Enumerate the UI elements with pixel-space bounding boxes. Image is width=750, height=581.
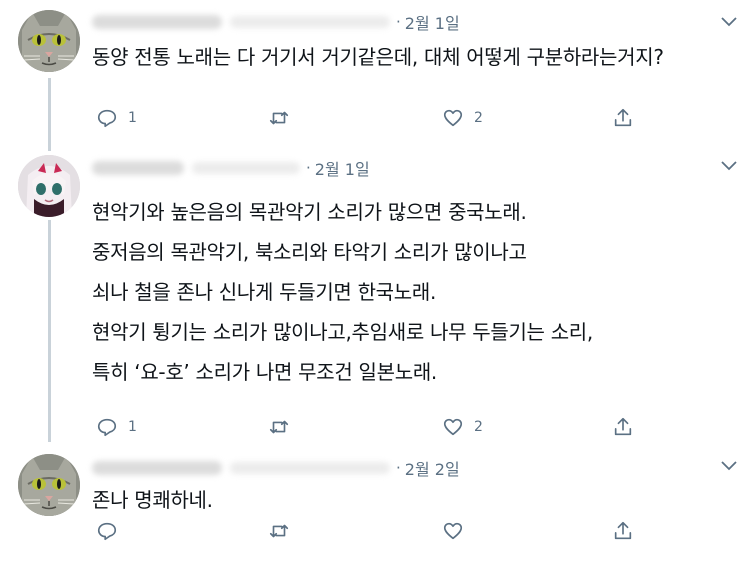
cat-avatar-icon — [18, 454, 80, 516]
reply-icon — [97, 418, 117, 437]
author-name-redacted[interactable] — [92, 461, 222, 475]
tweet-text-line: 현악기 튕기는 소리가 많이나고,추임새로 나무 두들기는 소리, — [92, 320, 593, 344]
author-handle-redacted[interactable] — [192, 162, 300, 174]
retweet-icon — [269, 111, 289, 125]
reply-button[interactable] — [96, 518, 128, 544]
tweet-header: · 2월 1일 — [92, 10, 460, 34]
reply-button[interactable]: 1 — [96, 414, 137, 440]
tweet-actions: 1 2 — [92, 105, 652, 131]
share-button[interactable] — [612, 414, 634, 440]
tweet-text: 동양 전통 노래는 다 거기서 거기같은데, 대체 어떻게 구분하라는거지? — [92, 37, 664, 77]
reply-icon — [97, 522, 117, 541]
anime-avatar-icon — [18, 155, 80, 217]
tweet-text-line: 특히 ‘요-호’ 소리가 나면 무조건 일본노래. — [92, 360, 437, 384]
share-icon — [614, 417, 632, 436]
tweet-text-line: 중저음의 목관악기, 북소리와 타악기 소리가 많이나고 — [92, 240, 527, 264]
author-name-redacted[interactable] — [92, 15, 222, 29]
retweet-button[interactable] — [268, 414, 300, 440]
tweet-text-line: 존나 명쾌하네. — [92, 488, 213, 512]
avatar[interactable] — [18, 155, 80, 217]
share-button[interactable] — [612, 105, 634, 131]
avatar[interactable] — [18, 454, 80, 516]
tweet-header: · 2월 1일 — [92, 156, 370, 180]
chevron-down-icon[interactable] — [720, 160, 738, 172]
thread-line — [48, 78, 51, 151]
heart-icon — [443, 522, 463, 540]
like-count: 2 — [474, 419, 483, 435]
retweet-button[interactable] — [268, 518, 300, 544]
like-button[interactable]: 2 — [442, 414, 483, 440]
share-icon — [614, 108, 632, 127]
tweet-text: 현악기와 높은음의 목관악기 소리가 많으면 중국노래. 중저음의 목관악기, … — [92, 192, 593, 392]
chevron-down-icon[interactable] — [720, 460, 738, 472]
reply-icon — [97, 109, 117, 128]
reply-count: 1 — [128, 110, 137, 126]
reply-count: 1 — [128, 419, 137, 435]
retweet-icon — [269, 420, 289, 434]
tweet-text: 존나 명쾌하네. — [92, 480, 213, 520]
tweet-text-line: 동양 전통 노래는 다 거기서 거기같은데, 대체 어떻게 구분하라는거지? — [92, 45, 664, 69]
avatar[interactable] — [18, 10, 80, 72]
separator: · — [396, 459, 401, 477]
separator: · — [306, 159, 311, 177]
share-button[interactable] — [612, 518, 634, 544]
like-button[interactable]: 2 — [442, 105, 483, 131]
like-button[interactable] — [442, 518, 474, 544]
retweet-button[interactable] — [268, 105, 300, 131]
chevron-down-icon[interactable] — [720, 16, 738, 28]
author-handle-redacted[interactable] — [230, 462, 390, 474]
tweet-actions: 1 2 — [92, 414, 652, 440]
tweet-header: · 2월 2일 — [92, 456, 460, 480]
cat-avatar-icon — [18, 10, 80, 72]
heart-icon — [443, 109, 463, 127]
heart-icon — [443, 418, 463, 436]
tweet-date[interactable]: 2월 2일 — [405, 456, 460, 480]
tweet-text-line: 현악기와 높은음의 목관악기 소리가 많으면 중국노래. — [92, 200, 527, 224]
tweet-text-line: 쇠나 철을 존나 신나게 두들기면 한국노래. — [92, 280, 437, 304]
retweet-icon — [269, 524, 289, 538]
tweet-date[interactable]: 2월 1일 — [315, 156, 370, 180]
reply-button[interactable]: 1 — [96, 105, 137, 131]
author-handle-redacted[interactable] — [230, 16, 390, 28]
separator: · — [396, 13, 401, 31]
share-icon — [614, 521, 632, 540]
tweet-date[interactable]: 2월 1일 — [405, 10, 460, 34]
like-count: 2 — [474, 110, 483, 126]
tweet-actions — [92, 518, 652, 544]
author-name-redacted[interactable] — [92, 161, 184, 175]
thread-line — [48, 220, 51, 442]
